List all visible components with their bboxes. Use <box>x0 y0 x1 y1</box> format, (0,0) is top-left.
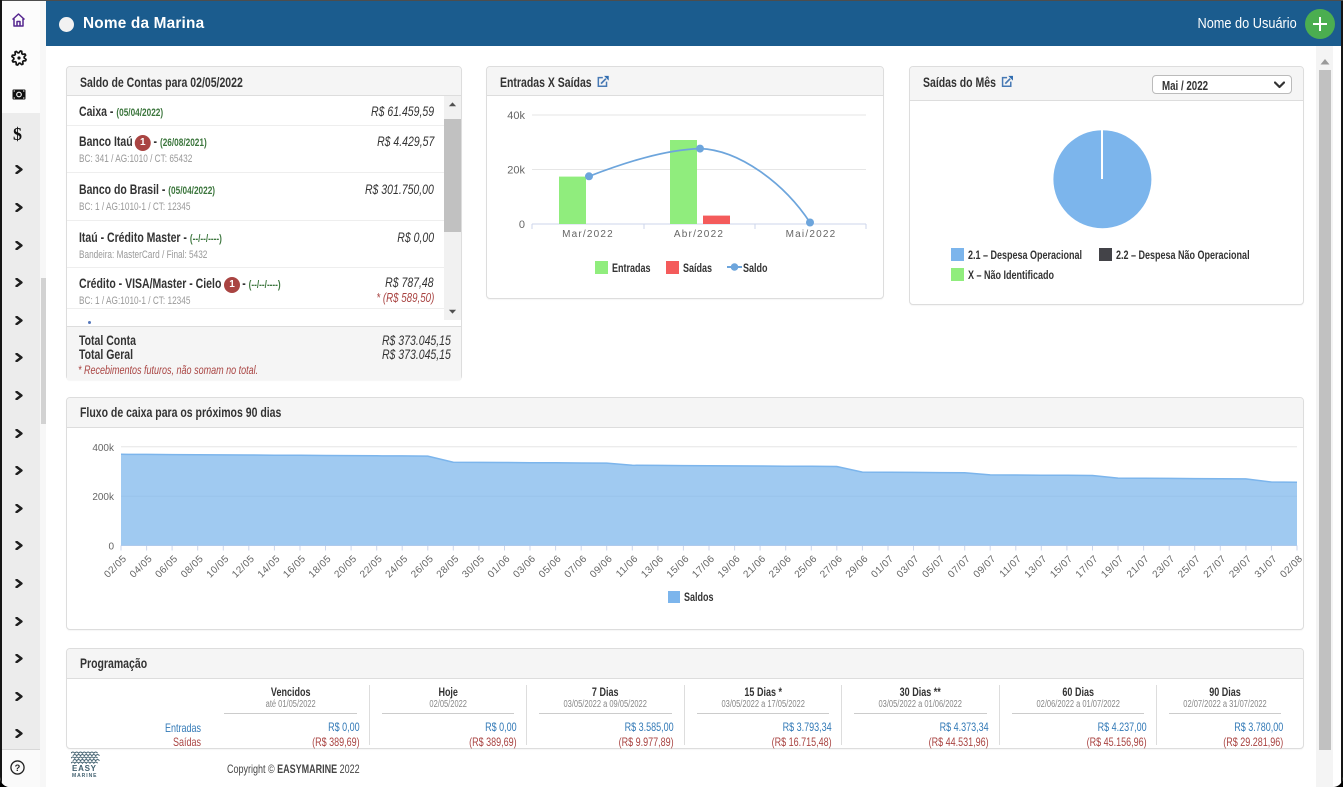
svg-text:Mar/2022: Mar/2022 <box>562 229 614 240</box>
svg-text:EASY: EASY <box>72 764 97 773</box>
svg-text:27/06: 27/06 <box>818 553 845 580</box>
svg-text:11/07: 11/07 <box>998 553 1024 579</box>
svg-text:02/08: 02/08 <box>1278 553 1305 580</box>
svg-text:21/07: 21/07 <box>1125 553 1152 580</box>
svg-text:17/07: 17/07 <box>1074 553 1101 580</box>
svg-text:20/05: 20/05 <box>332 553 359 580</box>
svg-text:13/06: 13/06 <box>639 553 666 580</box>
svg-text:20k: 20k <box>507 165 525 177</box>
svg-text:29/07: 29/07 <box>1227 553 1254 580</box>
svg-text:07/07: 07/07 <box>946 553 973 580</box>
svg-text:07/06: 07/06 <box>563 553 590 580</box>
svg-text:02/05: 02/05 <box>102 553 129 580</box>
svg-text:16/05: 16/05 <box>281 553 308 580</box>
svg-text:05/07: 05/07 <box>920 553 947 580</box>
svg-text:Mai/2022: Mai/2022 <box>786 229 837 240</box>
svg-text:03/07: 03/07 <box>895 553 922 580</box>
svg-text:23/06: 23/06 <box>767 553 794 580</box>
svg-text:18/05: 18/05 <box>307 553 334 580</box>
svg-text:0: 0 <box>108 542 114 553</box>
svg-text:06/05: 06/05 <box>153 553 180 580</box>
svg-text:14/05: 14/05 <box>256 553 283 580</box>
svg-text:29/06: 29/06 <box>844 553 871 580</box>
svg-text:09/07: 09/07 <box>972 553 999 580</box>
svg-text:0: 0 <box>519 219 525 231</box>
svg-text:04/05: 04/05 <box>128 553 155 580</box>
svg-text:25/06: 25/06 <box>793 553 820 580</box>
svg-text:23/07: 23/07 <box>1151 553 1178 580</box>
svg-text:13/07: 13/07 <box>1023 553 1050 580</box>
svg-text:12/05: 12/05 <box>230 553 257 580</box>
svg-text:400k: 400k <box>92 443 115 454</box>
svg-text:09/06: 09/06 <box>588 553 615 580</box>
svg-text:11/06: 11/06 <box>614 553 640 579</box>
svg-text:26/05: 26/05 <box>409 553 436 580</box>
svg-text:24/05: 24/05 <box>384 553 411 580</box>
svg-text:19/07: 19/07 <box>1099 553 1126 580</box>
svg-text:Abr/2022: Abr/2022 <box>674 229 724 240</box>
svg-text:200k: 200k <box>92 492 115 503</box>
svg-text:01/07: 01/07 <box>869 553 896 580</box>
svg-text:31/07: 31/07 <box>1253 553 1280 580</box>
svg-text:28/05: 28/05 <box>435 553 462 580</box>
svg-text:03/06: 03/06 <box>511 553 538 580</box>
svg-text:08/05: 08/05 <box>179 553 206 580</box>
svg-text:17/06: 17/06 <box>690 553 717 580</box>
svg-text:25/07: 25/07 <box>1176 553 1203 580</box>
svg-text:40k: 40k <box>507 110 525 122</box>
svg-text:19/06: 19/06 <box>716 553 743 580</box>
svg-text:01/06: 01/06 <box>486 553 513 580</box>
svg-text:21/06: 21/06 <box>741 553 768 580</box>
svg-text:30/05: 30/05 <box>460 553 487 580</box>
svg-text:15/07: 15/07 <box>1048 553 1075 580</box>
svg-text:22/05: 22/05 <box>358 553 385 580</box>
svg-text:?: ? <box>15 763 21 773</box>
svg-text:MARINE: MARINE <box>72 773 97 779</box>
svg-text:15/06: 15/06 <box>665 553 692 580</box>
svg-text:10/05: 10/05 <box>205 553 232 580</box>
svg-text:05/06: 05/06 <box>537 553 564 580</box>
svg-text:27/07: 27/07 <box>1202 553 1229 580</box>
